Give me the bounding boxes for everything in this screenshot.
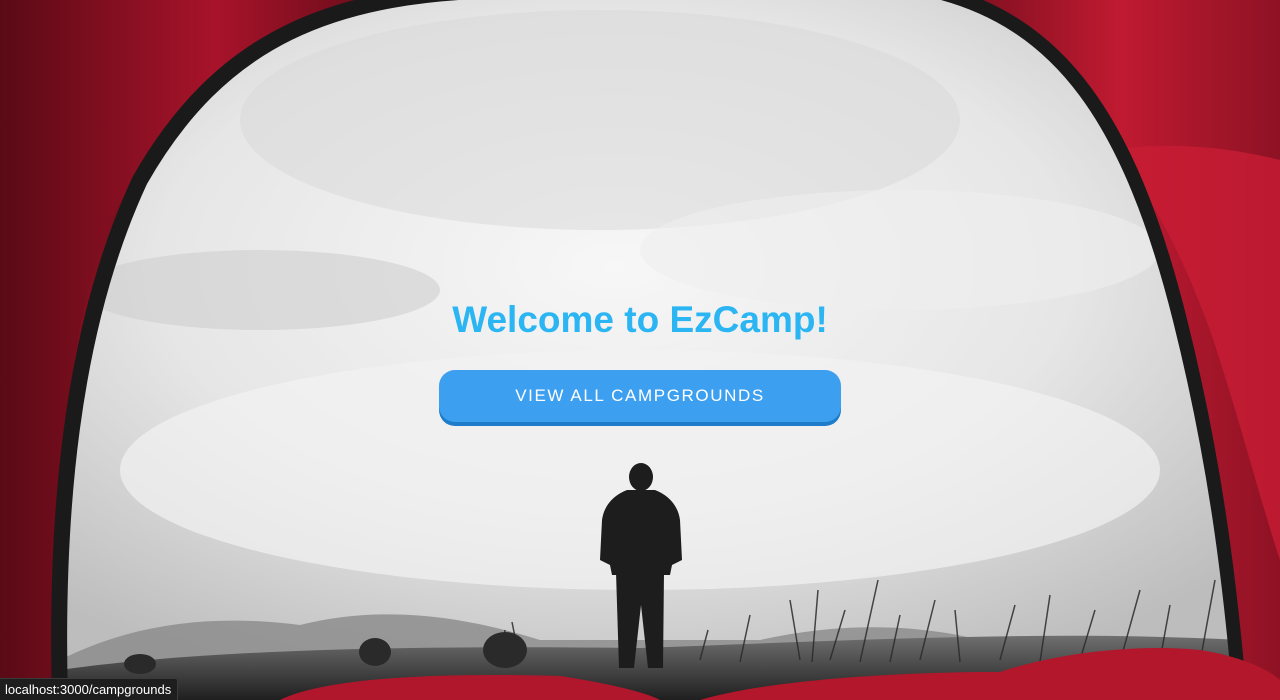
view-all-campgrounds-button[interactable]: VIEW ALL CAMPGROUNDS bbox=[439, 370, 841, 422]
landing-hero: Welcome to EzCamp! VIEW ALL CAMPGROUNDS … bbox=[0, 0, 1280, 700]
page-title: Welcome to EzCamp! bbox=[452, 299, 828, 340]
hero-content: Welcome to EzCamp! VIEW ALL CAMPGROUNDS bbox=[0, 0, 1280, 700]
status-bar-link-preview: localhost:3000/campgrounds bbox=[0, 678, 179, 700]
